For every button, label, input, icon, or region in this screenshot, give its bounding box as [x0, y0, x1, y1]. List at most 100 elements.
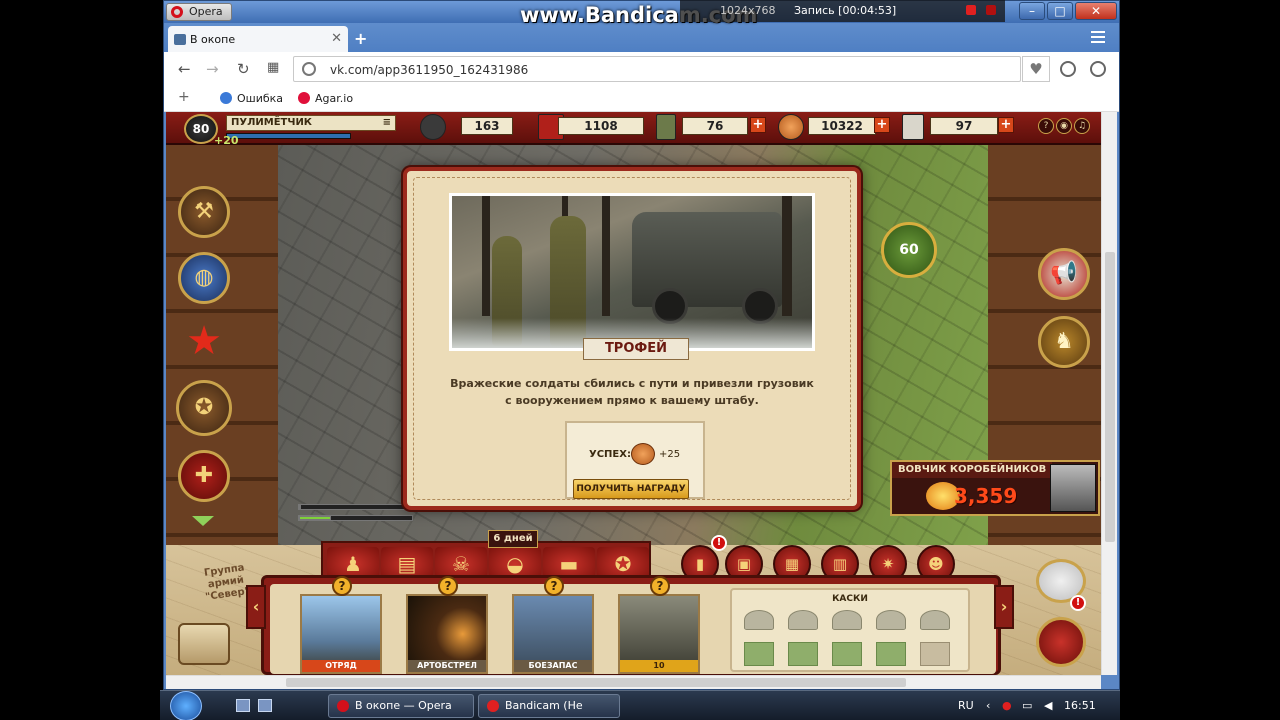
question-icon[interactable]: ?: [544, 576, 564, 596]
banknote-icon[interactable]: [876, 642, 906, 666]
address-bar[interactable]: vk.com/app3611950_162431986: [293, 56, 1021, 82]
taskbar-label: Bandicam (Не зарег...: [505, 699, 583, 712]
banknote-icon[interactable]: [920, 642, 950, 666]
card-ammo[interactable]: БОЕЗАПАС: [512, 594, 594, 674]
document-icon: [902, 114, 924, 140]
card-squad[interactable]: ОТРЯД: [300, 594, 382, 674]
opera-menu-button[interactable]: Opera: [166, 3, 232, 21]
success-label: УСПЕХ:: [589, 449, 631, 460]
banknote-icon[interactable]: [832, 642, 862, 666]
player-name: ВОВЧИК КОРОБЕЙНИКОВ: [892, 462, 1052, 478]
horizontal-scrollbar[interactable]: [166, 675, 1101, 689]
bookmark-favicon-icon: [220, 92, 232, 104]
expand-down-icon[interactable]: [192, 516, 214, 526]
bookmark-agario[interactable]: Agar.io: [298, 92, 353, 105]
help-button[interactable]: ?: [1038, 118, 1054, 134]
question-icon[interactable]: ?: [332, 576, 352, 596]
close-window-button[interactable]: ✕: [1075, 2, 1117, 20]
add-resource-5-button[interactable]: +: [998, 117, 1014, 133]
banknote-icon[interactable]: [744, 642, 774, 666]
card-caption: ОТРЯД: [302, 660, 380, 672]
red-star-icon: ★: [186, 318, 222, 364]
account-icon[interactable]: [1090, 61, 1106, 77]
add-bookmark-icon[interactable]: +: [178, 89, 190, 105]
helmets-collection: КАСКИ: [730, 588, 970, 672]
scroll-thumb[interactable]: [1105, 252, 1115, 542]
download-icon[interactable]: [1060, 61, 1076, 77]
world-map-button[interactable]: ◍: [178, 252, 230, 304]
tab-close-icon[interactable]: ✕: [331, 31, 342, 46]
clock[interactable]: 16:51: [1064, 699, 1096, 712]
bookmark-heart-icon[interactable]: ♥: [1022, 56, 1050, 82]
taskbar-item-opera[interactable]: В окопе — Opera: [328, 694, 474, 718]
megaphone-button[interactable]: 📢: [1038, 248, 1090, 300]
volume-tray-icon[interactable]: ◀: [1044, 699, 1052, 712]
helmet-icon[interactable]: [832, 610, 862, 630]
medic-button[interactable]: ✚: [178, 450, 230, 502]
xp-bonus: +20: [214, 134, 239, 147]
ranks-button[interactable]: ✪: [176, 380, 232, 436]
cards-next-arrow[interactable]: ›: [994, 585, 1014, 629]
tray-arrow-icon[interactable]: ‹: [986, 699, 990, 712]
forward-icon[interactable]: →: [206, 60, 219, 78]
navigation-bar: ← → ↻ ▦ vk.com/app3611950_162431986 ♥: [164, 52, 1119, 86]
card-soldier[interactable]: 10: [618, 594, 700, 674]
question-icon[interactable]: ?: [438, 576, 458, 596]
collection-title: КАСКИ: [832, 594, 868, 604]
medal-60-badge[interactable]: 60: [881, 222, 937, 278]
bookmarks-bar: + Ошибка Agar.io: [164, 86, 1119, 112]
game-viewport[interactable]: 80 ПУЛИМЁТЧИК ≡ +20 163 1108 76 + 10322 +…: [166, 112, 1101, 675]
document-icon: ▤: [397, 552, 417, 576]
maximize-button[interactable]: □: [1047, 2, 1073, 20]
stop-record-icon[interactable]: [966, 5, 976, 15]
taskbar-item-bandicam[interactable]: Bandicam (Не зарег...: [478, 694, 620, 718]
xp-bar: [226, 133, 351, 139]
soldiers-button[interactable]: ♞: [1038, 316, 1090, 368]
show-desktop-icon[interactable]: [236, 699, 250, 712]
helmet-icon[interactable]: [744, 610, 774, 630]
add-resource-3-button[interactable]: +: [750, 117, 766, 133]
add-coins-button[interactable]: +: [874, 117, 890, 133]
switch-windows-icon[interactable]: [258, 699, 272, 712]
tank-icon: ▬: [559, 552, 579, 576]
vertical-scrollbar[interactable]: [1101, 112, 1117, 675]
minimize-button[interactable]: –: [1019, 2, 1045, 20]
bookmark-label: Agar.io: [315, 92, 354, 105]
question-icon[interactable]: ?: [650, 576, 670, 596]
tab-menu-icon[interactable]: [1091, 31, 1105, 43]
site-info-icon[interactable]: [302, 62, 316, 76]
card-artillery[interactable]: АРТОБСТРЕЛ: [406, 594, 488, 674]
tab-active[interactable]: В окопе ✕: [168, 26, 348, 52]
achievements-button[interactable]: ★: [178, 318, 230, 370]
reward-amount: +25: [659, 449, 681, 460]
helmet-icon[interactable]: [920, 610, 950, 630]
banknote-icon[interactable]: [788, 642, 818, 666]
ammo-shop-button[interactable]: ⚒: [178, 186, 230, 238]
helmet-icon[interactable]: [788, 610, 818, 630]
close-bandicam-icon[interactable]: [986, 5, 996, 15]
resource-value-2: 1108: [558, 117, 644, 135]
days-badge: 6 дней: [488, 530, 538, 548]
skull-icon: ☠: [452, 552, 470, 576]
record-tray-icon[interactable]: ●: [1002, 699, 1012, 712]
rank-field[interactable]: ПУЛИМЁТЧИК ≡: [226, 115, 396, 131]
medic-cross-icon: ✚: [194, 463, 214, 488]
language-indicator[interactable]: RU: [958, 699, 974, 712]
start-button[interactable]: [170, 691, 202, 720]
speed-dial-icon[interactable]: ▦: [267, 60, 279, 75]
sound-button[interactable]: ◉: [1056, 118, 1072, 134]
reload-icon[interactable]: ↻: [237, 60, 250, 78]
network-tray-icon[interactable]: ▭: [1022, 699, 1032, 712]
player-card[interactable]: ВОВЧИК КОРОБЕЙНИКОВ 3,359: [890, 460, 1100, 516]
emblem-button[interactable]: [1036, 617, 1086, 667]
helmet-icon[interactable]: [876, 610, 906, 630]
back-icon[interactable]: ←: [178, 60, 191, 78]
cards-prev-arrow[interactable]: ‹: [246, 585, 266, 629]
new-tab-button[interactable]: +: [354, 29, 367, 48]
scroll-thumb[interactable]: [286, 678, 906, 687]
music-button[interactable]: ♫: [1074, 118, 1090, 134]
dialog-title: ТРОФЕЙ: [583, 338, 689, 360]
guide-book-button[interactable]: [178, 623, 230, 665]
claim-reward-button[interactable]: ПОЛУЧИТЬ НАГРАДУ: [573, 479, 689, 499]
bookmark-error[interactable]: Ошибка: [220, 92, 283, 105]
